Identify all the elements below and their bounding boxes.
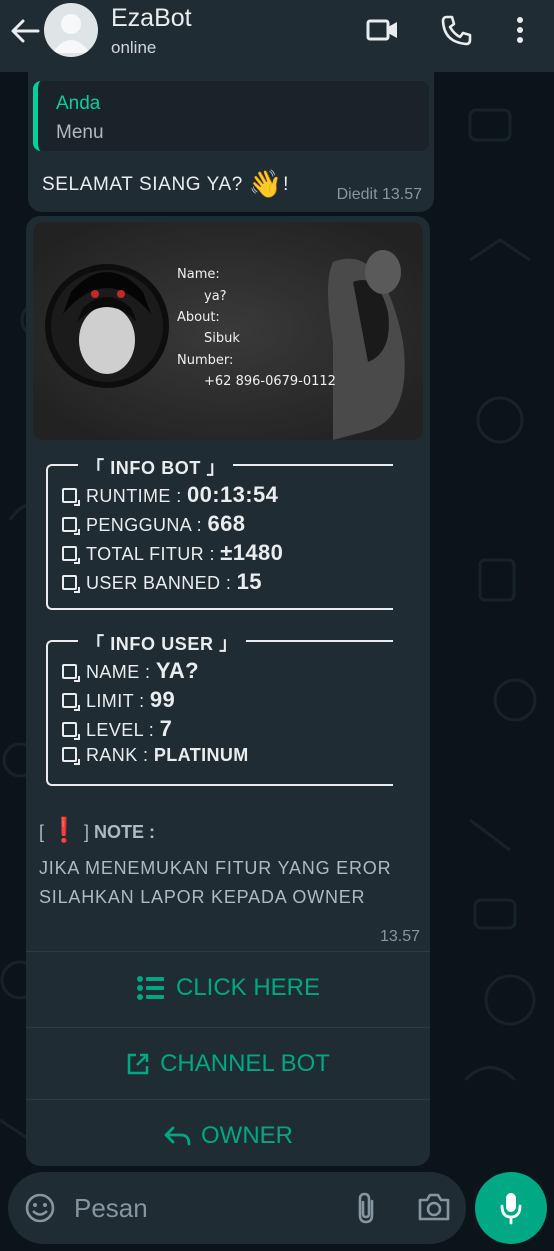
checkbox-icon: [62, 722, 80, 740]
note-label: NOTE :: [93, 822, 155, 842]
greeting-suffix: !: [283, 174, 289, 195]
row-value: 668: [207, 511, 246, 536]
quote-author: Anda: [56, 93, 101, 114]
info-bot-row-users: PENGGUNA : 668: [62, 511, 245, 537]
banner-about-label: About:: [177, 310, 220, 325]
row-label: RANK :: [86, 745, 154, 765]
row-label: NAME :: [86, 662, 156, 682]
info-user-title: 「 INFO USER 」: [78, 630, 246, 656]
checkbox-icon: [62, 546, 80, 564]
owner-button[interactable]: OWNER: [26, 1099, 430, 1171]
contact-status: online: [111, 38, 157, 57]
click-here-button[interactable]: CLICK HERE: [26, 951, 430, 1023]
row-value: 7: [159, 716, 173, 741]
list-icon: [136, 975, 164, 1000]
message-meta: Diedit 13.57: [336, 186, 422, 203]
waving-hand-emoji: 👋: [248, 169, 284, 199]
message-bubble-menu[interactable]: Name: ya? About: Sibuk Number: +62 896-0…: [26, 216, 430, 1166]
message-input-placeholder[interactable]: Pesan: [74, 1193, 148, 1224]
row-label: LEVEL :: [86, 720, 160, 740]
attach-icon[interactable]: [352, 1191, 380, 1225]
row-label: RUNTIME :: [86, 486, 187, 506]
click-here-label: CLICK HERE: [175, 973, 321, 1001]
exclamation-icon: ❗: [49, 817, 79, 844]
note-line-1: JIKA MENEMUKAN FITUR YANG EROR: [39, 858, 392, 878]
row-value: PLATINUM: [153, 745, 249, 765]
more-options-icon[interactable]: [502, 12, 538, 48]
owner-label: OWNER: [201, 1121, 293, 1149]
message-text: SELAMAT SIANG YA? 👋!: [42, 168, 289, 200]
reply-icon: [164, 1126, 191, 1145]
mic-icon: [500, 1193, 522, 1225]
row-label: PENGGUNA :: [86, 515, 208, 535]
info-bot-box: 「 INFO BOT 」 RUNTIME : 00:13:54 PENGGUNA…: [46, 454, 393, 610]
back-arrow-icon[interactable]: [8, 14, 42, 48]
info-bot-row-banned: USER BANNED : 15: [62, 569, 262, 595]
banner-number-value: +62 896-0679-0112: [204, 374, 336, 389]
avatar[interactable]: [44, 3, 98, 57]
info-bot-title: 「 INFO BOT 」: [78, 454, 234, 480]
row-value: YA?: [155, 658, 199, 683]
banner-name-label: Name:: [177, 267, 220, 282]
message-input-bar[interactable]: Pesan: [8, 1172, 466, 1244]
quote-text: Menu: [56, 122, 104, 143]
profile-banner-image: Name: ya? About: Sibuk Number: +62 896-0…: [33, 222, 423, 440]
emoji-icon[interactable]: [24, 1192, 56, 1224]
note-line-2: SILAHKAN LAPOR KEPADA OWNER: [39, 887, 366, 907]
phone-call-icon[interactable]: [438, 12, 474, 48]
message-bubble-greeting[interactable]: Anda Menu SELAMAT SIANG YA? 👋! Diedit 13…: [28, 72, 434, 212]
banner-name-value: ya?: [204, 289, 227, 304]
row-label: TOTAL FITUR :: [86, 544, 221, 564]
row-value: ±1480: [220, 540, 284, 565]
row-label: LIMIT :: [86, 691, 150, 711]
info-bot-row-runtime: RUNTIME : 00:13:54: [62, 482, 278, 508]
note-bracket-close: ]: [83, 822, 89, 842]
quoted-message[interactable]: Anda Menu: [33, 81, 429, 151]
info-user-row-rank: RANK : PLATINUM: [62, 745, 249, 766]
mic-button[interactable]: [475, 1172, 547, 1244]
info-user-box: 「 INFO USER 」 NAME : YA? LIMIT : 99 LEVE…: [46, 630, 393, 786]
checkbox-icon: [62, 693, 80, 711]
note-heading: [ ❗ ] NOTE :: [39, 816, 155, 845]
info-user-row-level: LEVEL : 7: [62, 716, 172, 742]
greeting-text: SELAMAT SIANG YA?: [42, 174, 243, 195]
banner-about-value: Sibuk: [204, 331, 240, 346]
checkbox-icon: [62, 664, 80, 682]
checkbox-icon: [62, 517, 80, 535]
contact-name[interactable]: EzaBot: [111, 4, 192, 33]
external-link-icon: [127, 1053, 149, 1074]
info-bot-row-features: TOTAL FITUR : ±1480: [62, 540, 283, 566]
message-time: 13.57: [379, 928, 420, 945]
row-value: 99: [149, 687, 176, 712]
row-value: 15: [236, 569, 262, 594]
camera-icon[interactable]: [416, 1191, 452, 1223]
row-value: 00:13:54: [187, 482, 279, 507]
row-label: USER BANNED :: [86, 573, 237, 593]
info-user-row-name: NAME : YA?: [62, 658, 199, 684]
channel-bot-label: CHANNEL BOT: [160, 1049, 330, 1077]
checkbox-icon: [62, 488, 80, 506]
video-call-icon[interactable]: [364, 12, 400, 48]
info-user-row-limit: LIMIT : 99: [62, 687, 175, 713]
channel-bot-button[interactable]: CHANNEL BOT: [26, 1027, 430, 1099]
checkbox-icon: [62, 575, 80, 593]
note-bracket-open: [: [39, 822, 45, 842]
banner-number-label: Number:: [177, 353, 234, 368]
checkbox-icon: [62, 747, 80, 765]
chat-header: EzaBot online: [0, 0, 554, 72]
